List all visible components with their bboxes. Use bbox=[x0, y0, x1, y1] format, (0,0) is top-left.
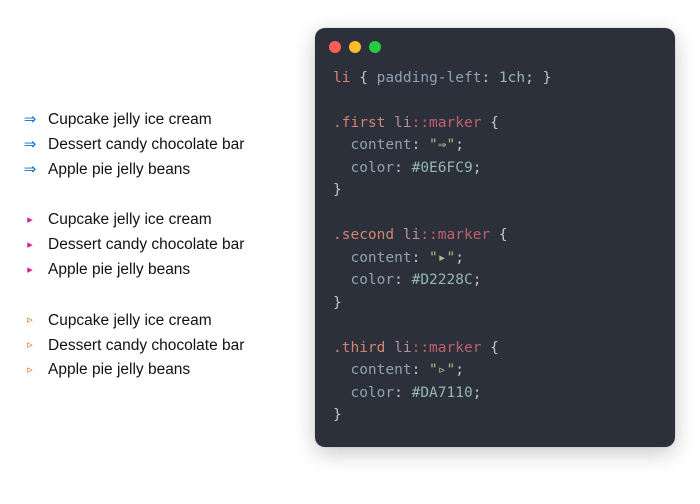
list-item-label: Dessert candy chocolate bar bbox=[48, 334, 244, 359]
code-token-value: 1ch bbox=[499, 70, 525, 86]
code-panel: li { padding-left: 1ch; } .first li::mar… bbox=[312, 28, 678, 476]
code-token-prop: color bbox=[350, 385, 394, 401]
list-item-label: Apple pie jelly beans bbox=[48, 358, 190, 383]
triangle-icon: ▸ bbox=[22, 212, 38, 230]
code-window: li { padding-left: 1ch; } .first li::mar… bbox=[315, 28, 675, 447]
code-token-value: #D2228C bbox=[412, 272, 473, 288]
list-item: ▸ Apple pie jelly beans bbox=[22, 258, 292, 283]
list-item-label: Apple pie jelly beans bbox=[48, 258, 190, 283]
list-item-label: Cupcake jelly ice cream bbox=[48, 108, 212, 133]
code-token-string: "▸" bbox=[429, 250, 455, 266]
code-token-selector: li bbox=[394, 340, 411, 356]
code-token-pseudo: ::marker bbox=[420, 227, 490, 243]
code-token-selector: .third bbox=[333, 340, 385, 356]
code-token-prop: color bbox=[350, 272, 394, 288]
code-token-string: "⇒" bbox=[429, 137, 455, 153]
list-item: ▹ Dessert candy chocolate bar bbox=[22, 334, 292, 359]
arrow-icon: ⇒ bbox=[22, 158, 38, 182]
code-token-selector: li bbox=[333, 70, 350, 86]
list-item: ⇒ Dessert candy chocolate bar bbox=[22, 133, 292, 158]
code-token-value: #DA7110 bbox=[412, 385, 473, 401]
code-block: li { padding-left: 1ch; } .first li::mar… bbox=[315, 63, 675, 427]
code-token-selector: li bbox=[403, 227, 420, 243]
list-item-label: Dessert candy chocolate bar bbox=[48, 233, 244, 258]
list-item-label: Cupcake jelly ice cream bbox=[48, 208, 212, 233]
code-token-prop: color bbox=[350, 160, 394, 176]
triangle-icon: ▸ bbox=[22, 262, 38, 280]
close-icon[interactable] bbox=[329, 41, 341, 53]
code-token-prop: content bbox=[350, 250, 411, 266]
code-token-prop: padding-left bbox=[377, 70, 482, 86]
list-first: ⇒ Cupcake jelly ice cream ⇒ Dessert candy … bbox=[22, 108, 292, 182]
triangle-outline-icon: ▹ bbox=[22, 312, 38, 330]
list-item-label: Apple pie jelly beans bbox=[48, 158, 190, 183]
list-item: ⇒ Apple pie jelly beans bbox=[22, 158, 292, 183]
code-token-pseudo: ::marker bbox=[412, 340, 482, 356]
list-item: ▹ Cupcake jelly ice cream bbox=[22, 309, 292, 334]
list-third: ▹ Cupcake jelly ice cream ▹ Dessert candy … bbox=[22, 309, 292, 383]
arrow-icon: ⇒ bbox=[22, 108, 38, 132]
maximize-icon[interactable] bbox=[369, 41, 381, 53]
code-token-pseudo: ::marker bbox=[412, 115, 482, 131]
window-controls bbox=[315, 28, 675, 63]
list-item-label: Cupcake jelly ice cream bbox=[48, 309, 212, 334]
list-item: ▹ Apple pie jelly beans bbox=[22, 358, 292, 383]
code-token-string: "▹" bbox=[429, 362, 455, 378]
rendered-lists: ⇒ Cupcake jelly ice cream ⇒ Dessert candy … bbox=[22, 28, 292, 476]
list-item-label: Dessert candy chocolate bar bbox=[48, 133, 244, 158]
minimize-icon[interactable] bbox=[349, 41, 361, 53]
code-token-prop: content bbox=[350, 137, 411, 153]
list-second: ▸ Cupcake jelly ice cream ▸ Dessert candy … bbox=[22, 208, 292, 282]
code-token-selector: li bbox=[394, 115, 411, 131]
code-token-prop: content bbox=[350, 362, 411, 378]
triangle-outline-icon: ▹ bbox=[22, 337, 38, 355]
code-token-selector: .second bbox=[333, 227, 394, 243]
list-item: ▸ Dessert candy chocolate bar bbox=[22, 233, 292, 258]
code-token-value: #0E6FC9 bbox=[412, 160, 473, 176]
triangle-outline-icon: ▹ bbox=[22, 362, 38, 380]
list-item: ▸ Cupcake jelly ice cream bbox=[22, 208, 292, 233]
list-item: ⇒ Cupcake jelly ice cream bbox=[22, 108, 292, 133]
arrow-icon: ⇒ bbox=[22, 133, 38, 157]
triangle-icon: ▸ bbox=[22, 237, 38, 255]
code-token-selector: .first bbox=[333, 115, 385, 131]
